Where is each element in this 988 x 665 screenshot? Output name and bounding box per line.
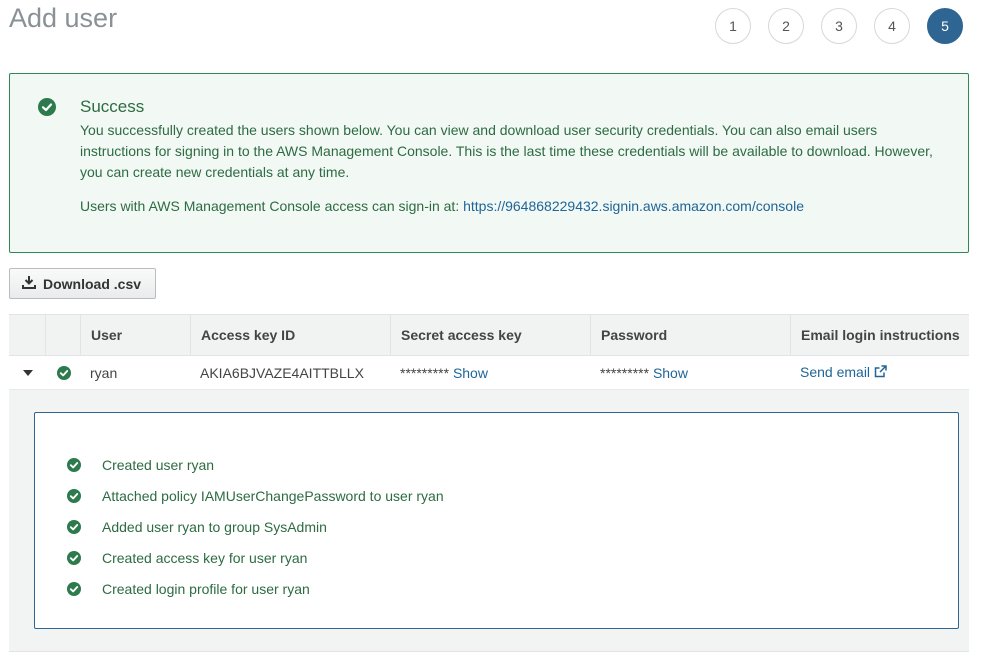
log-text: Added user ryan to group SysAdmin <box>102 518 327 535</box>
wizard-steps: 1 2 3 4 5 <box>715 8 980 44</box>
header-access-key[interactable]: Access key ID <box>190 315 390 355</box>
list-item: Added user ryan to group SysAdmin <box>67 511 444 542</box>
cell-user: ryan <box>90 364 118 381</box>
cell-password: ********* Show <box>590 356 790 389</box>
table-row: ryan AKIA6BJVAZE4AITTBLLX ********* Show… <box>9 356 969 390</box>
step-1[interactable]: 1 <box>715 8 751 44</box>
users-table: User Access key ID Secret access key Pas… <box>9 314 969 390</box>
success-check-icon <box>67 519 81 534</box>
signin-url-link[interactable]: https://964868229432.signin.aws.amazon.c… <box>463 198 804 214</box>
log-text: Created login profile for user ryan <box>102 580 310 597</box>
success-alert: Success You successfully created the use… <box>9 73 969 253</box>
step-3[interactable]: 3 <box>821 8 857 44</box>
signin-line: Users with AWS Management Console access… <box>80 198 804 214</box>
row-detail-panel: Created user ryan Attached policy IAMUse… <box>9 390 969 652</box>
step-4[interactable]: 4 <box>874 8 910 44</box>
list-item: Attached policy IAMUserChangePassword to… <box>67 480 444 511</box>
download-icon <box>22 275 36 292</box>
cell-email: Send email <box>790 356 969 389</box>
creation-log: Created user ryan Attached policy IAMUse… <box>34 412 959 629</box>
download-csv-button[interactable]: Download .csv <box>9 268 156 299</box>
log-text: Attached policy IAMUserChangePassword to… <box>102 487 444 504</box>
list-item: Created access key for user ryan <box>67 542 444 573</box>
download-csv-label: Download .csv <box>43 275 142 292</box>
alert-message: You successfully created the users shown… <box>80 122 933 180</box>
signin-prefix: Users with AWS Management Console access… <box>80 198 464 214</box>
header-status <box>45 315 80 355</box>
cell-secret-key: ********* Show <box>390 356 590 389</box>
success-check-icon <box>67 581 81 596</box>
header-expand <box>9 315 45 355</box>
show-secret-link[interactable]: Show <box>453 365 488 381</box>
list-item: Created login profile for user ryan <box>67 573 444 604</box>
header-email[interactable]: Email login instructions <box>790 315 969 355</box>
cell-access-key: AKIA6BJVAZE4AITTBLLX <box>200 364 364 381</box>
success-check-icon <box>67 488 81 503</box>
success-check-icon <box>38 98 56 116</box>
success-check-icon <box>57 365 71 380</box>
send-email-label: Send email <box>800 364 871 380</box>
header-secret-key[interactable]: Secret access key <box>390 315 590 355</box>
step-2[interactable]: 2 <box>768 8 804 44</box>
secret-mask: ********* <box>400 364 453 381</box>
password-mask: ********* <box>600 364 653 381</box>
log-text: Created access key for user ryan <box>102 549 308 566</box>
page-title: Add user <box>9 3 118 33</box>
step-5-current: 5 <box>927 8 963 44</box>
header-password[interactable]: Password <box>590 315 790 355</box>
show-password-link[interactable]: Show <box>653 365 688 381</box>
header-user[interactable]: User <box>80 315 190 355</box>
log-text: Created user ryan <box>102 456 215 473</box>
success-check-icon <box>67 550 81 565</box>
send-email-link[interactable]: Send email <box>800 364 887 381</box>
expand-toggle[interactable] <box>9 356 45 389</box>
list-item: Created user ryan <box>67 449 444 480</box>
table-header: User Access key ID Secret access key Pas… <box>9 314 969 356</box>
row-status <box>45 356 80 389</box>
caret-down-icon[interactable] <box>23 369 33 376</box>
alert-title: Success <box>80 97 145 116</box>
success-check-icon <box>67 457 81 472</box>
log-list: Created user ryan Attached policy IAMUse… <box>67 449 444 604</box>
external-link-icon <box>874 365 887 381</box>
